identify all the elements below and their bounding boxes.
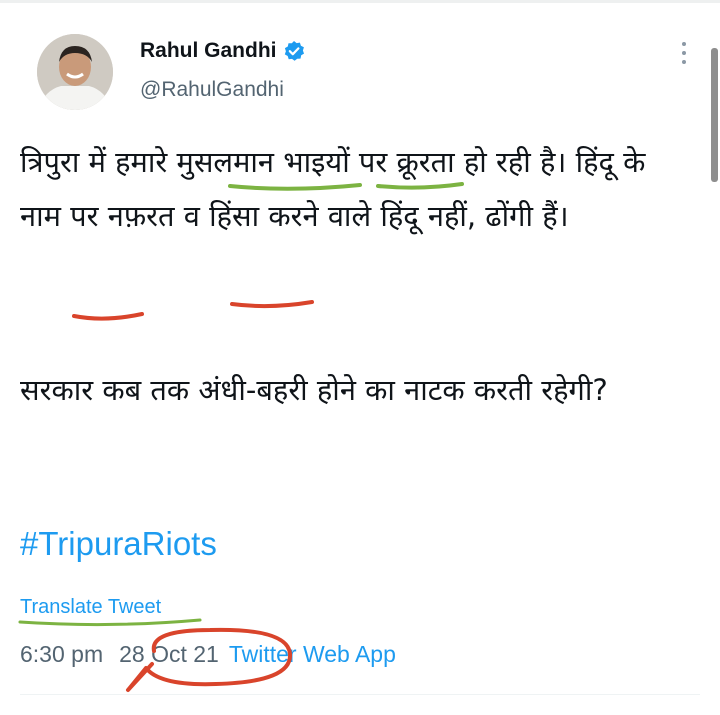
translate-tweet-link[interactable]: Translate Tweet bbox=[20, 596, 161, 619]
more-vertical-icon[interactable] bbox=[676, 40, 692, 66]
more-dot bbox=[682, 42, 686, 46]
tweet-meta-row: 6:30 pm 28 Oct 21 Twitter Web App bbox=[20, 641, 396, 668]
tweet-text-paragraph: सरकार कब तक अंधी-बहरी होने का नाटक करती … bbox=[20, 373, 608, 407]
avatar-image bbox=[37, 34, 113, 110]
author-display-name[interactable]: Rahul Gandhi bbox=[140, 39, 277, 63]
tweet-date[interactable]: 28 Oct 21 bbox=[119, 641, 219, 667]
bottom-divider bbox=[20, 694, 700, 695]
tweet-source-link[interactable]: Twitter Web App bbox=[229, 641, 396, 667]
red-underline-hypocrite bbox=[230, 300, 314, 309]
more-dot bbox=[682, 51, 686, 55]
more-dot bbox=[682, 60, 686, 64]
hashtag-link[interactable]: #TripuraRiots bbox=[20, 525, 217, 563]
author-name-row: Rahul Gandhi bbox=[140, 36, 305, 66]
green-underline-translate bbox=[18, 618, 202, 627]
tweet-text-paragraph: त्रिपुरा में हमारे मुसलमान भाइयों पर क्र… bbox=[20, 145, 646, 233]
red-underline-hindu bbox=[72, 312, 144, 321]
scrollbar[interactable] bbox=[711, 48, 718, 182]
verified-badge-icon bbox=[283, 40, 305, 62]
tweet-time[interactable]: 6:30 pm bbox=[20, 641, 103, 667]
author-handle[interactable]: @RahulGandhi bbox=[140, 78, 284, 102]
top-border bbox=[0, 0, 720, 3]
avatar[interactable] bbox=[37, 34, 113, 110]
